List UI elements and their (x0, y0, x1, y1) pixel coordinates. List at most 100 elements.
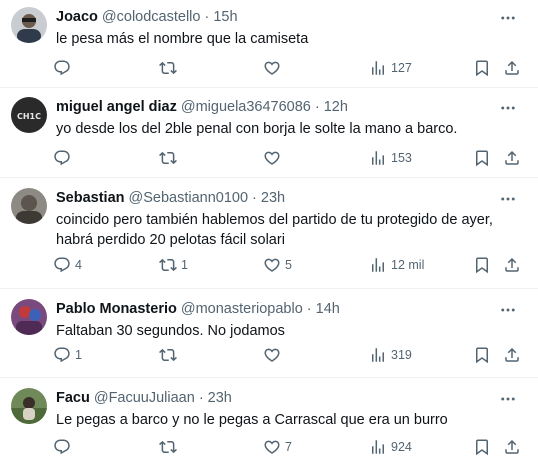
timestamp[interactable]: 23h (261, 188, 285, 208)
separator-dot: · (198, 390, 204, 406)
retweet-button[interactable] (159, 436, 181, 458)
bookmark-button[interactable] (473, 57, 491, 79)
views-count: 127 (391, 61, 412, 75)
display-name[interactable]: miguel angel diaz (56, 97, 177, 117)
separator-dot: · (314, 99, 320, 115)
tweet-header: Sebastian @Sebastiann0100 · 23h (56, 188, 285, 208)
views-button[interactable]: 127 (369, 57, 412, 79)
retweet-button[interactable]: 1 (159, 254, 188, 276)
reply-icon (53, 256, 71, 274)
bookmark-icon (473, 346, 491, 364)
like-icon (263, 256, 281, 274)
views-button[interactable]: 319 (369, 344, 412, 366)
tweet-header: Joaco @colodcastello · 15h (56, 7, 238, 27)
separator-dot: · (306, 301, 312, 317)
more-icon[interactable] (498, 189, 518, 209)
views-count: 12 mil (391, 258, 425, 272)
views-icon (369, 346, 387, 364)
share-icon (503, 149, 521, 167)
like-button[interactable] (263, 344, 285, 366)
timestamp[interactable]: 14h (316, 299, 340, 319)
action-bar: 4 1 5 12 mil (53, 254, 527, 276)
tweet-pablo[interactable]: Pablo Monasterio @monasteriopablo · 14h … (0, 292, 538, 378)
reply-count: 4 (75, 258, 82, 272)
bookmark-icon (473, 438, 491, 456)
user-handle[interactable]: @monasteriopablo (181, 299, 303, 319)
more-icon[interactable] (498, 300, 518, 320)
timestamp[interactable]: 12h (324, 97, 348, 117)
share-button[interactable] (503, 344, 521, 366)
retweet-button[interactable] (159, 147, 181, 169)
avatar[interactable] (11, 7, 47, 43)
more-icon[interactable] (498, 389, 518, 409)
share-button[interactable] (503, 254, 521, 276)
bookmark-icon (473, 149, 491, 167)
user-handle[interactable]: @miguela36476086 (181, 97, 311, 117)
action-bar: 153 (53, 147, 527, 169)
bookmark-icon (473, 256, 491, 274)
like-count: 7 (285, 440, 292, 454)
views-count: 924 (391, 440, 412, 454)
views-button[interactable]: 924 (369, 436, 412, 458)
like-button[interactable]: 7 (263, 436, 292, 458)
tweet-text: Faltaban 30 segundos. No jodamos (56, 323, 285, 339)
views-button[interactable]: 153 (369, 147, 412, 169)
share-icon (503, 256, 521, 274)
user-handle[interactable]: @Sebastiann0100 (129, 188, 249, 208)
like-count: 5 (285, 258, 292, 272)
tweet-facu[interactable]: Facu @FacuuJuliaan · 23h Le pegas a barc… (0, 381, 538, 473)
reply-icon (53, 346, 71, 364)
reply-button[interactable]: 4 (53, 254, 82, 276)
like-icon (263, 346, 281, 364)
tweet-sebastian[interactable]: Sebastian @Sebastiann0100 · 23h coincido… (0, 181, 538, 289)
avatar[interactable] (11, 188, 47, 224)
tweet-joaco[interactable]: Joaco @colodcastello · 15h le pesa más e… (0, 0, 538, 88)
tweet-miguel[interactable]: CH1C miguel angel diaz @miguela36476086 … (0, 90, 538, 178)
like-button[interactable] (263, 147, 285, 169)
like-button[interactable]: 5 (263, 254, 292, 276)
more-icon[interactable] (498, 8, 518, 28)
reply-button[interactable]: 1 (53, 344, 82, 366)
retweet-button[interactable] (159, 344, 181, 366)
retweet-count: 1 (181, 258, 188, 272)
like-button[interactable] (263, 57, 285, 79)
views-icon (369, 438, 387, 456)
retweet-icon (159, 346, 177, 364)
reply-count: 1 (75, 348, 82, 362)
user-handle[interactable]: @FacuuJuliaan (94, 388, 195, 408)
display-name[interactable]: Joaco (56, 7, 98, 27)
like-icon (263, 438, 281, 456)
bookmark-button[interactable] (473, 344, 491, 366)
like-icon (263, 59, 281, 77)
avatar[interactable]: CH1C (11, 97, 47, 133)
display-name[interactable]: Sebastian (56, 188, 125, 208)
separator-dot: · (252, 190, 257, 206)
avatar[interactable] (11, 299, 47, 335)
views-icon (369, 59, 387, 77)
views-button[interactable]: 12 mil (369, 254, 424, 276)
share-button[interactable] (503, 436, 521, 458)
display-name[interactable]: Facu (56, 388, 90, 408)
timestamp[interactable]: 23h (208, 388, 232, 408)
reply-button[interactable] (53, 57, 75, 79)
timestamp[interactable]: 15h (213, 7, 237, 27)
display-name[interactable]: Pablo Monasterio (56, 299, 177, 319)
reply-icon (53, 149, 71, 167)
retweet-icon (159, 256, 177, 274)
user-handle[interactable]: @colodcastello (102, 7, 201, 27)
share-icon (503, 346, 521, 364)
share-button[interactable] (503, 57, 521, 79)
bookmark-button[interactable] (473, 147, 491, 169)
more-icon[interactable] (498, 98, 518, 118)
share-button[interactable] (503, 147, 521, 169)
reply-button[interactable] (53, 147, 75, 169)
tweet-header: Pablo Monasterio @monasteriopablo · 14h (56, 299, 340, 319)
share-icon (503, 59, 521, 77)
avatar[interactable] (11, 388, 47, 424)
bookmark-button[interactable] (473, 436, 491, 458)
retweet-button[interactable] (159, 57, 181, 79)
retweet-icon (159, 149, 177, 167)
bookmark-button[interactable] (473, 254, 491, 276)
reply-button[interactable] (53, 436, 75, 458)
reply-feed: Joaco @colodcastello · 15h le pesa más e… (0, 0, 538, 473)
